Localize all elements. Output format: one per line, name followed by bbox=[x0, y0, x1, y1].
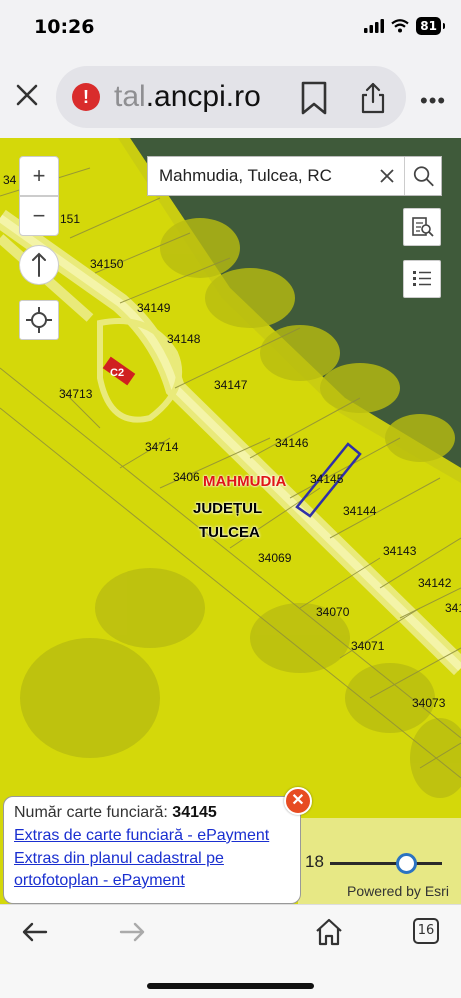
locate-button[interactable] bbox=[19, 300, 59, 340]
search-widget bbox=[147, 156, 442, 196]
status-bar: 10:26 81 bbox=[0, 0, 461, 56]
attribution-text[interactable]: Powered by Esri bbox=[347, 883, 449, 899]
cadastral-plan-extract-link[interactable]: Extras din planul cadastral pe bbox=[14, 850, 290, 868]
county-label-line1: JUDEȚUL bbox=[193, 500, 263, 517]
zoom-level-text: 18 bbox=[305, 852, 324, 871]
crosshair-icon bbox=[26, 307, 52, 333]
share-icon[interactable] bbox=[358, 81, 388, 115]
browser-bar: ! tal.ancpi.ro ••• bbox=[0, 56, 461, 138]
parcel-label: 34070 bbox=[316, 605, 350, 619]
parcel-label: 34142 bbox=[418, 576, 452, 590]
popup-close-button[interactable]: ✕ bbox=[284, 787, 312, 815]
popup-label: Număr carte funciară: bbox=[14, 804, 168, 821]
zoom-in-button[interactable]: + bbox=[19, 156, 59, 196]
parcel-label: 34148 bbox=[167, 332, 201, 346]
parcel-label: 3406 bbox=[173, 470, 200, 484]
zoom-slider-handle[interactable] bbox=[395, 853, 417, 874]
zoom-out-button[interactable]: − bbox=[19, 196, 59, 236]
parcel-label: 34069 bbox=[258, 551, 292, 565]
parcel-label: 34714 bbox=[145, 440, 179, 454]
search-icon[interactable] bbox=[404, 157, 442, 195]
legend-button[interactable] bbox=[403, 260, 441, 298]
status-time: 10:26 bbox=[34, 16, 95, 38]
parcel-label: 151 bbox=[60, 212, 81, 226]
url-text[interactable]: tal.ancpi.ro bbox=[114, 80, 261, 114]
map-canvas[interactable] bbox=[0, 138, 461, 904]
parcel-label: 34147 bbox=[214, 378, 248, 392]
identify-button[interactable] bbox=[403, 208, 441, 246]
status-icons: 81 bbox=[364, 17, 445, 35]
close-icon[interactable] bbox=[12, 80, 42, 110]
home-icon[interactable] bbox=[312, 917, 346, 947]
clear-search-icon[interactable] bbox=[370, 157, 404, 195]
cadastral-plan-extract-link-cont[interactable]: ortofotoplan - ePayment bbox=[14, 872, 290, 890]
parcel-label: 34145 bbox=[310, 472, 344, 486]
county-label-line2: TULCEA bbox=[199, 524, 260, 541]
parcel-label: 34071 bbox=[351, 639, 385, 653]
document-search-icon bbox=[412, 217, 434, 237]
building-label: C2 bbox=[110, 367, 125, 379]
land-register-extract-link[interactable]: Extras de carte funciară - ePayment bbox=[14, 827, 290, 845]
signal-icon bbox=[364, 19, 385, 33]
parcel-label: 34144 bbox=[343, 504, 377, 518]
address-bar[interactable]: ! tal.ancpi.ro bbox=[56, 66, 406, 128]
battery-icon: 81 bbox=[416, 17, 445, 35]
parcel-label: 34073 bbox=[412, 696, 446, 710]
security-warning-icon[interactable]: ! bbox=[72, 83, 100, 111]
parcel-label: 341 bbox=[445, 601, 461, 615]
locality-label: MAHMUDIA bbox=[203, 473, 287, 490]
map-view[interactable]: 34 151 34150 34149 34148 34147 34713 347… bbox=[0, 138, 461, 904]
minus-icon: − bbox=[32, 203, 46, 228]
parcel-label: 34150 bbox=[90, 257, 124, 271]
list-icon bbox=[413, 271, 431, 286]
tabs-button[interactable]: 16 bbox=[413, 918, 439, 944]
plus-icon: + bbox=[32, 163, 46, 188]
home-indicator bbox=[147, 983, 314, 989]
browser-toolbar: 16 bbox=[0, 904, 461, 998]
parcel-label: 34143 bbox=[383, 544, 417, 558]
zoom-slider[interactable] bbox=[330, 862, 442, 865]
more-menu-button[interactable]: ••• bbox=[420, 88, 446, 114]
bookmark-icon[interactable] bbox=[299, 81, 329, 115]
north-arrow-icon bbox=[32, 252, 46, 277]
parcel-label: 34713 bbox=[59, 387, 93, 401]
parcel-popup: Număr carte funciară: 34145 Extras de ca… bbox=[3, 796, 301, 904]
back-arrow-icon[interactable] bbox=[18, 917, 52, 947]
parcel-label: 34 bbox=[3, 173, 17, 187]
parcel-label: 34149 bbox=[137, 301, 171, 315]
cadastral-number: 34145 bbox=[172, 804, 217, 821]
wifi-icon bbox=[391, 19, 409, 33]
compass-button[interactable] bbox=[19, 245, 59, 285]
parcel-label: 34146 bbox=[275, 436, 309, 450]
popup-title: Număr carte funciară: 34145 bbox=[14, 804, 290, 822]
search-input[interactable] bbox=[148, 157, 370, 195]
forward-arrow-icon[interactable] bbox=[115, 917, 149, 947]
